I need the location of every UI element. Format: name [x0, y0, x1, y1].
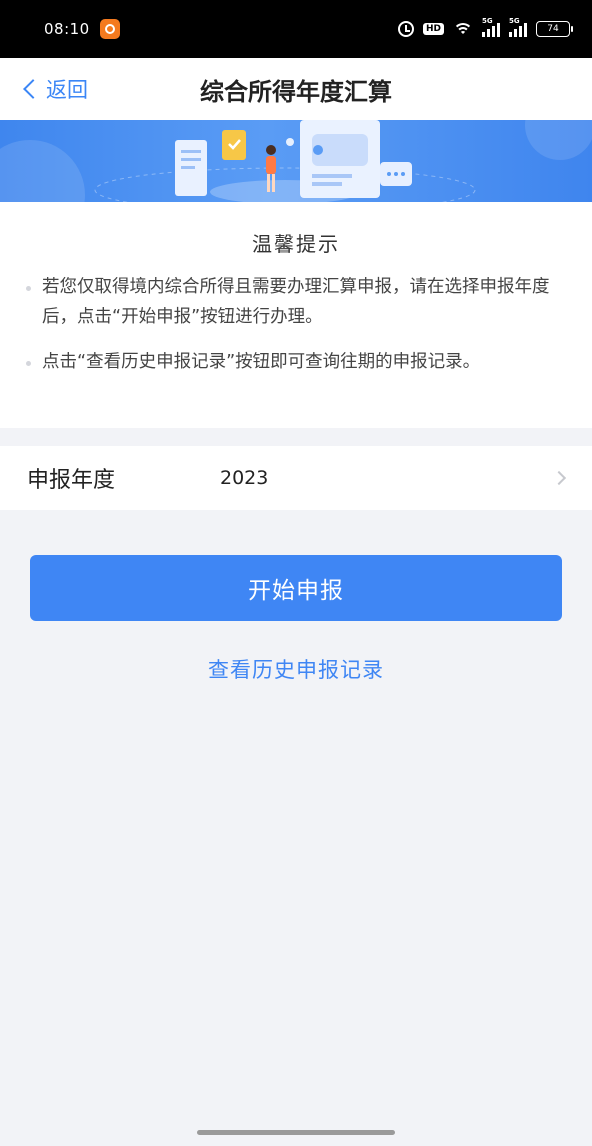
- hd-icon: HD: [422, 23, 444, 35]
- status-time: 08:10: [44, 20, 90, 38]
- tax-year-label: 申报年度: [27, 468, 116, 493]
- alarm-icon: [397, 21, 414, 37]
- tips-card: 温馨提示 若您仅取得境内综合所得且需要办理汇算申报，请在选择申报年度后，点击“开…: [0, 202, 592, 428]
- tip-item: 点击“查看历史申报记录”按钮即可查询往期的申报记录。: [26, 347, 564, 377]
- cellular-signal-icon: 5G: [482, 17, 500, 37]
- status-icons: HD 5G 5G 74: [397, 17, 573, 37]
- nav-bar: 返回 综合所得年度汇算: [0, 58, 592, 120]
- tax-year-selector[interactable]: 申报年度 2023: [0, 446, 592, 510]
- tax-year-value: 2023: [220, 467, 269, 489]
- back-label: 返回: [46, 78, 88, 102]
- banner-artwork: [0, 120, 592, 202]
- chevron-right-icon: [551, 470, 567, 486]
- view-history-link[interactable]: 查看历史申报记录: [0, 654, 592, 684]
- battery-icon: 74: [536, 21, 573, 37]
- chevron-left-icon: [23, 79, 43, 99]
- page-title: 综合所得年度汇算: [200, 77, 392, 106]
- start-filing-button[interactable]: 开始申报: [30, 555, 562, 621]
- back-button[interactable]: 返回: [22, 74, 88, 104]
- app-notification-icon: [99, 19, 120, 39]
- banner-illustration: [0, 120, 592, 202]
- wifi-icon: [453, 22, 473, 36]
- tips-title: 温馨提示: [252, 232, 340, 256]
- cellular-signal-icon: 5G: [509, 17, 527, 37]
- tip-item: 若您仅取得境内综合所得且需要办理汇算申报，请在选择申报年度后，点击“开始申报”按…: [26, 272, 564, 332]
- status-bar: 08:10 HD 5G 5G 74: [0, 0, 592, 58]
- home-indicator[interactable]: [197, 1130, 395, 1135]
